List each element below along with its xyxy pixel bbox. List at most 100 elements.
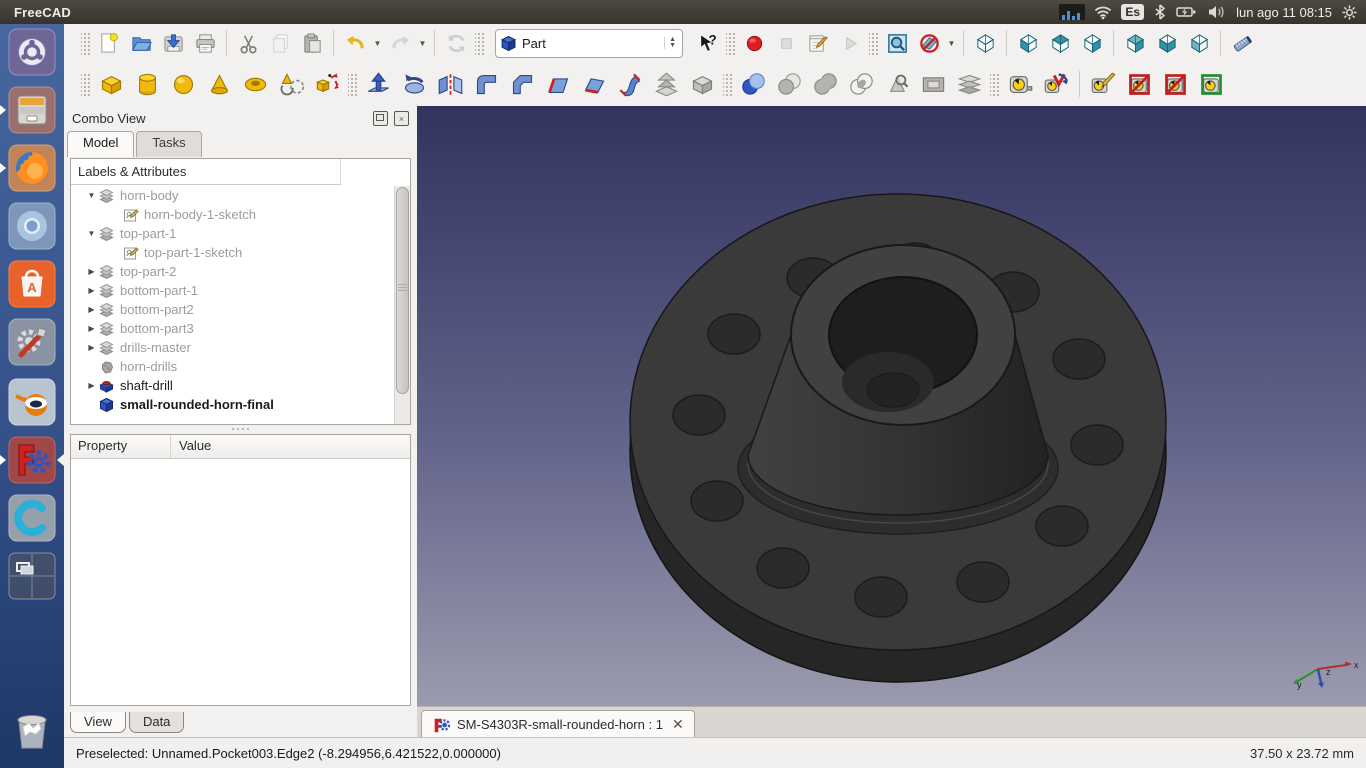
- toolbar-grip[interactable]: [723, 72, 732, 96]
- launcher-item-workspaces[interactable]: [8, 552, 56, 600]
- tab-model[interactable]: Model: [67, 131, 134, 157]
- redo-dropdown[interactable]: ▼: [416, 29, 429, 57]
- undo-dropdown[interactable]: ▼: [371, 29, 384, 57]
- tree-item-top-part-1-sketch[interactable]: top-part-1-sketch: [71, 243, 394, 262]
- boolean-union-button[interactable]: [807, 66, 843, 102]
- print-button[interactable]: [189, 27, 221, 59]
- view-top-button[interactable]: [1044, 27, 1076, 59]
- fit-all-button[interactable]: [881, 27, 913, 59]
- panel-splitter[interactable]: [64, 426, 417, 432]
- tree-item-bottom-part2[interactable]: ▶bottom-part2: [71, 300, 394, 319]
- launcher-item-freecad[interactable]: [8, 436, 56, 484]
- boolean-cut-button[interactable]: [771, 66, 807, 102]
- tree-item-shaft-drill[interactable]: ▶shaft-drill: [71, 376, 394, 395]
- launcher-item-trash[interactable]: [8, 706, 56, 754]
- mirror-button[interactable]: [432, 66, 468, 102]
- workbench-spinner[interactable]: ▲▼: [664, 37, 680, 49]
- defeaturing-button[interactable]: [915, 66, 951, 102]
- measure-linear-button[interactable]: [1002, 66, 1038, 102]
- part-primitives-button[interactable]: [273, 66, 309, 102]
- panel-float-icon[interactable]: [373, 111, 388, 126]
- workbench-selector[interactable]: Part▲▼: [495, 29, 683, 58]
- extrude-button[interactable]: [360, 66, 396, 102]
- copy-button[interactable]: [264, 27, 296, 59]
- tree-item-bottom-part3[interactable]: ▶bottom-part3: [71, 319, 394, 338]
- tree-expander[interactable]: ▶: [85, 305, 98, 314]
- paste-button[interactable]: [296, 27, 328, 59]
- bluetooth-icon[interactable]: [1153, 3, 1167, 21]
- launcher-item-settings[interactable]: [8, 318, 56, 366]
- 3d-viewport[interactable]: x y z: [417, 106, 1366, 706]
- launcher-item-cura[interactable]: [8, 494, 56, 542]
- tree-expander[interactable]: ▶: [85, 343, 98, 352]
- toolbar-grip[interactable]: [475, 31, 484, 55]
- boolean-button[interactable]: [735, 66, 771, 102]
- launcher-item-software[interactable]: A: [8, 260, 56, 308]
- keyboard-layout-indicator[interactable]: Es: [1121, 4, 1144, 20]
- tree-item-small-rounded-horn-final[interactable]: small-rounded-horn-final: [71, 395, 394, 414]
- panel-close-icon[interactable]: ×: [394, 111, 409, 126]
- 3d-model-flange[interactable]: [417, 106, 1366, 706]
- whats-this-button[interactable]: ?: [691, 27, 723, 59]
- ruled-surface-button[interactable]: [576, 66, 612, 102]
- volume-icon[interactable]: [1207, 3, 1227, 21]
- macro-record-button[interactable]: [738, 27, 770, 59]
- tree-item-horn-body-1-sketch[interactable]: horn-body-1-sketch: [71, 205, 394, 224]
- toolbar-grip[interactable]: [869, 31, 878, 55]
- boolean-common-button[interactable]: [843, 66, 879, 102]
- tree-expander[interactable]: ▼: [85, 229, 98, 238]
- cross-sections-button[interactable]: [951, 66, 987, 102]
- redo-button[interactable]: [384, 27, 416, 59]
- tab-data[interactable]: Data: [129, 712, 184, 733]
- document-tab[interactable]: SM-S4303R-small-rounded-horn : 1 ✕: [421, 710, 695, 738]
- view-left-button[interactable]: [1183, 27, 1215, 59]
- tree-expander[interactable]: ▶: [85, 286, 98, 295]
- offset-button[interactable]: [648, 66, 684, 102]
- wifi-icon[interactable]: [1094, 3, 1112, 21]
- undo-button[interactable]: [339, 27, 371, 59]
- view-front-button[interactable]: [1012, 27, 1044, 59]
- tab-tasks[interactable]: Tasks: [136, 131, 201, 157]
- view-bottom-button[interactable]: [1151, 27, 1183, 59]
- tree-item-bottom-part-1[interactable]: ▶bottom-part-1: [71, 281, 394, 300]
- check-geometry-button[interactable]: [879, 66, 915, 102]
- measure-angular-button[interactable]: [1038, 66, 1074, 102]
- macro-play-button[interactable]: [834, 27, 866, 59]
- measure-clear-all-button[interactable]: [1121, 66, 1157, 102]
- part-cylinder-button[interactable]: [129, 66, 165, 102]
- macro-edit-button[interactable]: [802, 27, 834, 59]
- property-column-header[interactable]: Property: [71, 435, 171, 458]
- loft-button[interactable]: [612, 66, 648, 102]
- tab-close-icon[interactable]: ✕: [672, 716, 684, 733]
- launcher-item-chromium[interactable]: [8, 202, 56, 250]
- toolbar-grip[interactable]: [726, 31, 735, 55]
- tree-expander[interactable]: ▶: [85, 324, 98, 333]
- part-cone-button[interactable]: [201, 66, 237, 102]
- system-monitor-icon[interactable]: [1059, 4, 1085, 20]
- macro-stop-button[interactable]: [770, 27, 802, 59]
- tree-scrollbar[interactable]: [394, 186, 410, 424]
- make-face-button[interactable]: [540, 66, 576, 102]
- cut-button[interactable]: [232, 27, 264, 59]
- launcher-item-blender[interactable]: [8, 378, 56, 426]
- clock[interactable]: lun ago 11 08:15: [1236, 5, 1332, 20]
- tree-expander[interactable]: ▶: [85, 381, 98, 390]
- part-torus-button[interactable]: [237, 66, 273, 102]
- tree-expander[interactable]: ▶: [85, 267, 98, 276]
- part-box-button[interactable]: [93, 66, 129, 102]
- value-column-header[interactable]: Value: [171, 435, 211, 458]
- open-document-button[interactable]: [125, 27, 157, 59]
- shape-builder-button[interactable]: [309, 66, 345, 102]
- tree-expander[interactable]: ▼: [85, 191, 98, 200]
- save-document-button[interactable]: [157, 27, 189, 59]
- toolbar-grip[interactable]: [348, 72, 357, 96]
- tab-view[interactable]: View: [70, 712, 126, 733]
- measure-distance-button[interactable]: [1226, 27, 1258, 59]
- measure-toggle-3d-button[interactable]: [1193, 66, 1229, 102]
- clipping-plane-button[interactable]: [913, 27, 945, 59]
- toolbar-grip[interactable]: [81, 72, 90, 96]
- tree-header[interactable]: Labels & Attributes: [71, 159, 341, 185]
- toolbar-grip[interactable]: [990, 72, 999, 96]
- view-axonometric-button[interactable]: [969, 27, 1001, 59]
- fillet-button[interactable]: [468, 66, 504, 102]
